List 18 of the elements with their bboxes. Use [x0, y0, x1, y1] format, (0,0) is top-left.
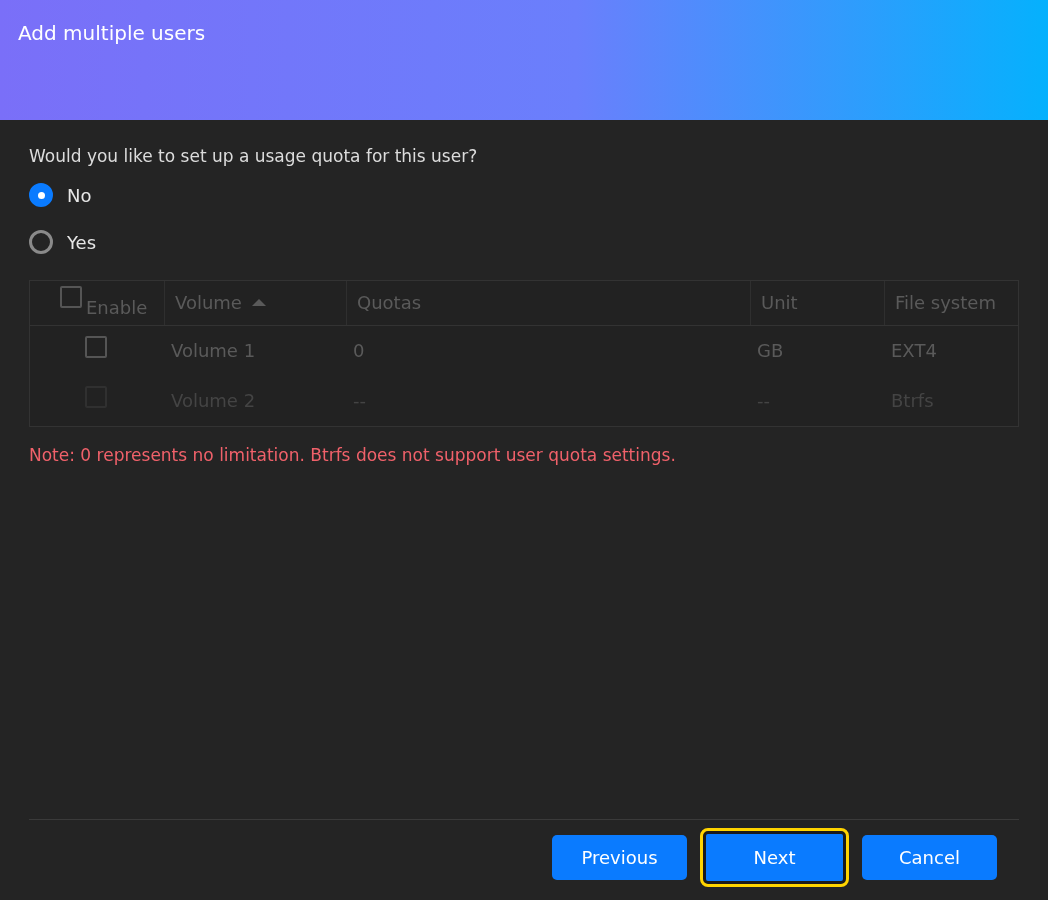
table-cell: -- — [757, 389, 770, 411]
radio-button[interactable] — [29, 230, 53, 254]
wizard-button[interactable]: Previous — [552, 835, 687, 880]
table-cell: EXT4 — [891, 339, 937, 361]
dialog-title: Add multiple users — [18, 20, 207, 47]
column-header: Enable — [86, 295, 148, 320]
wizard-button[interactable]: Cancel — [862, 835, 997, 880]
table-cell: GB — [757, 339, 784, 361]
radio-label: Yes — [67, 230, 97, 255]
table-cell: Volume 1 — [171, 339, 256, 361]
radio-button[interactable] — [29, 183, 53, 207]
sort-ascending-icon — [251, 299, 266, 306]
question-text: Would you like to set up a usage quota for this user? — [29, 145, 479, 168]
radio-label: No — [67, 183, 92, 208]
note-text: Note: 0 represents no limitation. Btrfs does not support user quota settings. — [29, 443, 677, 467]
wizard-button[interactable]: Next — [700, 828, 849, 887]
table-cell: 0 — [353, 339, 365, 361]
table-cell: -- — [353, 389, 366, 411]
